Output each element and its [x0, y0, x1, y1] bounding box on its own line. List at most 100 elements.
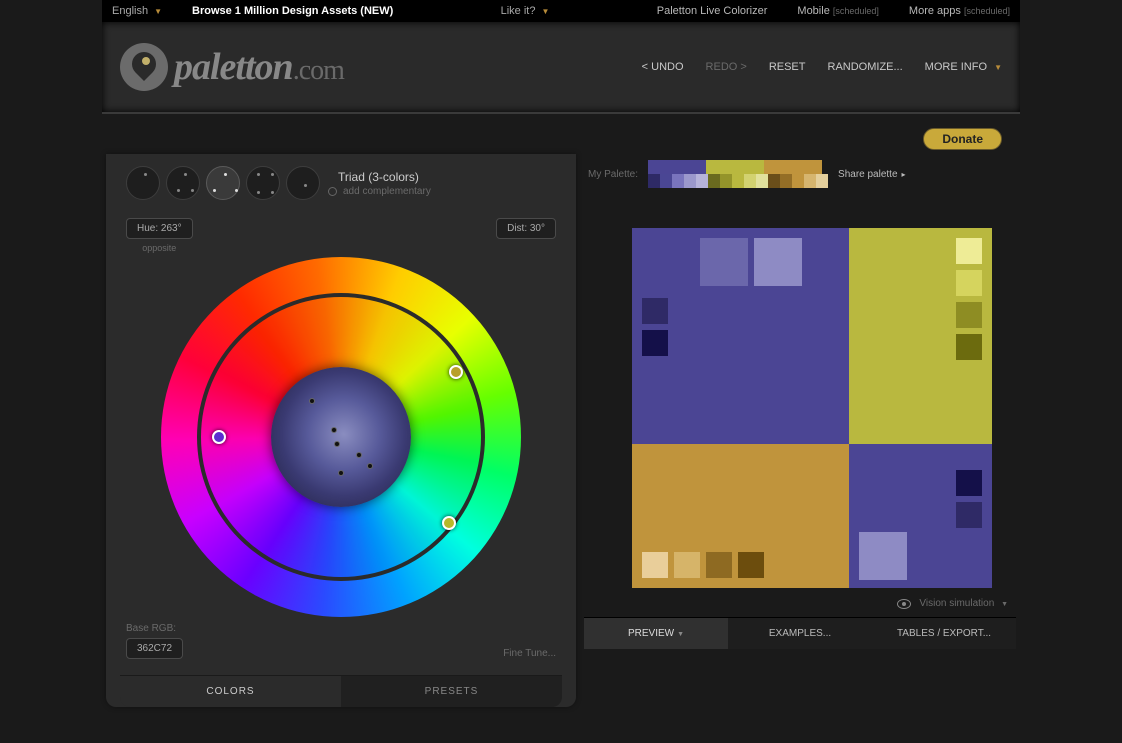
mini-swatch[interactable] — [804, 174, 816, 188]
mini-palette[interactable] — [648, 160, 828, 188]
scheme-option-tetrad[interactable] — [246, 166, 280, 200]
preview-swatch[interactable] — [859, 532, 907, 580]
mini-swatch[interactable] — [816, 174, 828, 188]
reset-button[interactable]: RESET — [769, 61, 806, 73]
mini-swatch[interactable] — [672, 174, 684, 188]
right-tab-bar: PREVIEW▼ EXAMPLES... TABLES / EXPORT... — [584, 617, 1016, 649]
wheel-shade-dot[interactable] — [309, 398, 315, 404]
tab-colors[interactable]: COLORS — [120, 676, 341, 707]
preview-swatch[interactable] — [956, 470, 982, 496]
header-actions: < UNDO REDO > RESET RANDOMIZE... MORE IN… — [642, 61, 1002, 73]
wheel-handle[interactable] — [442, 516, 456, 530]
mini-swatch[interactable] — [732, 174, 744, 188]
mini-swatch[interactable] — [744, 174, 756, 188]
chevron-right-icon: ▸ — [902, 170, 906, 179]
share-palette-link[interactable]: Share palette ▸ — [838, 169, 906, 180]
mini-swatch[interactable] — [708, 174, 720, 188]
palette-preview — [632, 228, 992, 588]
mobile-link[interactable]: Mobile [scheduled] — [797, 5, 879, 17]
undo-button[interactable]: < UNDO — [642, 61, 684, 73]
preview-swatch[interactable] — [642, 298, 668, 324]
chevron-down-icon: ▼ — [1001, 601, 1008, 608]
mini-swatch[interactable] — [648, 174, 660, 188]
logo[interactable]: paletton.com — [120, 43, 614, 91]
preview-swatch[interactable] — [754, 238, 802, 286]
wheel-shade-dot[interactable] — [338, 470, 344, 476]
color-wheel[interactable] — [161, 257, 521, 617]
donate-button[interactable]: Donate — [923, 128, 1002, 150]
header: paletton.com < UNDO REDO > RESET RANDOMI… — [102, 22, 1020, 114]
language-label: English — [112, 5, 148, 17]
wheel-shade-dot[interactable] — [334, 441, 340, 447]
like-it-dropdown[interactable]: Like it? ▼ — [501, 5, 550, 17]
scheme-option-adjacent[interactable] — [166, 166, 200, 200]
browse-assets-link[interactable]: Browse 1 Million Design Assets (NEW) — [192, 5, 393, 17]
hue-sublabel: opposite — [126, 243, 193, 253]
redo-button: REDO > — [706, 61, 747, 73]
wheel-inner-disc — [271, 367, 411, 507]
scheme-option-free-style[interactable] — [286, 166, 320, 200]
scheme-selector — [126, 166, 320, 200]
my-palette-label: My Palette: — [588, 169, 638, 180]
logo-text: paletton.com — [174, 45, 344, 89]
dist-chip[interactable]: Dist: 30° — [496, 218, 556, 239]
chevron-down-icon: ▼ — [541, 7, 549, 16]
vision-simulation-dropdown[interactable]: Vision simulation ▼ — [919, 598, 1008, 609]
preview-quadrant-secondary-a[interactable] — [849, 228, 992, 444]
preview-swatch[interactable] — [956, 302, 982, 328]
wheel-shade-dot[interactable] — [331, 427, 337, 433]
eye-icon — [897, 599, 911, 609]
preview-swatch[interactable] — [956, 334, 982, 360]
tab-examples[interactable]: EXAMPLES... — [728, 617, 872, 649]
base-rgb-label: Base RGB: — [126, 623, 183, 634]
live-colorizer-link[interactable]: Paletton Live Colorizer — [657, 5, 768, 17]
preview-quadrant-secondary-b[interactable] — [632, 444, 849, 588]
mini-swatch[interactable] — [684, 174, 696, 188]
more-apps-link[interactable]: More apps [scheduled] — [909, 5, 1010, 17]
tab-presets[interactable]: PRESETS — [341, 676, 562, 707]
more-info-dropdown[interactable]: MORE INFO ▼ — [925, 61, 1002, 73]
fine-tune-link[interactable]: Fine Tune... — [503, 648, 556, 659]
preview-swatch[interactable] — [674, 552, 700, 578]
preview-quadrant-primary[interactable] — [632, 228, 849, 444]
mini-swatch[interactable] — [780, 174, 792, 188]
wheel-shade-dot[interactable] — [367, 463, 373, 469]
mini-swatch[interactable] — [792, 174, 804, 188]
tab-export[interactable]: TABLES / EXPORT... — [872, 617, 1016, 649]
like-it-label: Like it? — [501, 5, 536, 17]
mini-swatch[interactable] — [720, 174, 732, 188]
wheel-handle[interactable] — [449, 365, 463, 379]
wheel-handle[interactable] — [212, 430, 226, 444]
scheme-title: Triad (3-colors) — [338, 170, 431, 184]
language-selector[interactable]: English ▼ — [112, 5, 162, 17]
hue-chip[interactable]: Hue: 263° — [126, 218, 193, 239]
preview-swatch[interactable] — [956, 270, 982, 296]
mini-swatch[interactable] — [768, 174, 780, 188]
preview-swatch[interactable] — [956, 238, 982, 264]
preview-swatch[interactable] — [642, 552, 668, 578]
chevron-down-icon: ▼ — [154, 7, 162, 16]
preview-swatch[interactable] — [700, 238, 748, 286]
top-bar: English ▼ Browse 1 Million Design Assets… — [102, 0, 1020, 22]
mini-swatch[interactable] — [756, 174, 768, 188]
scheme-option-triad[interactable] — [206, 166, 240, 200]
preview-swatch[interactable] — [956, 502, 982, 528]
tab-preview[interactable]: PREVIEW▼ — [584, 617, 728, 649]
scheme-option-monochromatic[interactable] — [126, 166, 160, 200]
radio-icon — [328, 187, 337, 196]
mini-swatch[interactable] — [696, 174, 708, 188]
randomize-button[interactable]: RANDOMIZE... — [828, 61, 903, 73]
preview-swatch[interactable] — [738, 552, 764, 578]
color-wheel-panel: Triad (3-colors) add complementary Hue: … — [106, 154, 576, 707]
teardrop-icon — [120, 43, 168, 91]
wheel-shade-dot[interactable] — [356, 452, 362, 458]
base-rgb-input[interactable]: 362C72 — [126, 638, 183, 659]
preview-quadrant-primary-alt[interactable] — [849, 444, 992, 588]
mini-swatch[interactable] — [660, 174, 672, 188]
chevron-down-icon: ▼ — [994, 63, 1002, 72]
preview-swatch[interactable] — [642, 330, 668, 356]
add-complementary-toggle[interactable]: add complementary — [328, 186, 431, 197]
preview-swatch[interactable] — [706, 552, 732, 578]
chevron-down-icon: ▼ — [677, 631, 684, 638]
palette-panel: My Palette: Share palette ▸ — [584, 154, 1016, 707]
